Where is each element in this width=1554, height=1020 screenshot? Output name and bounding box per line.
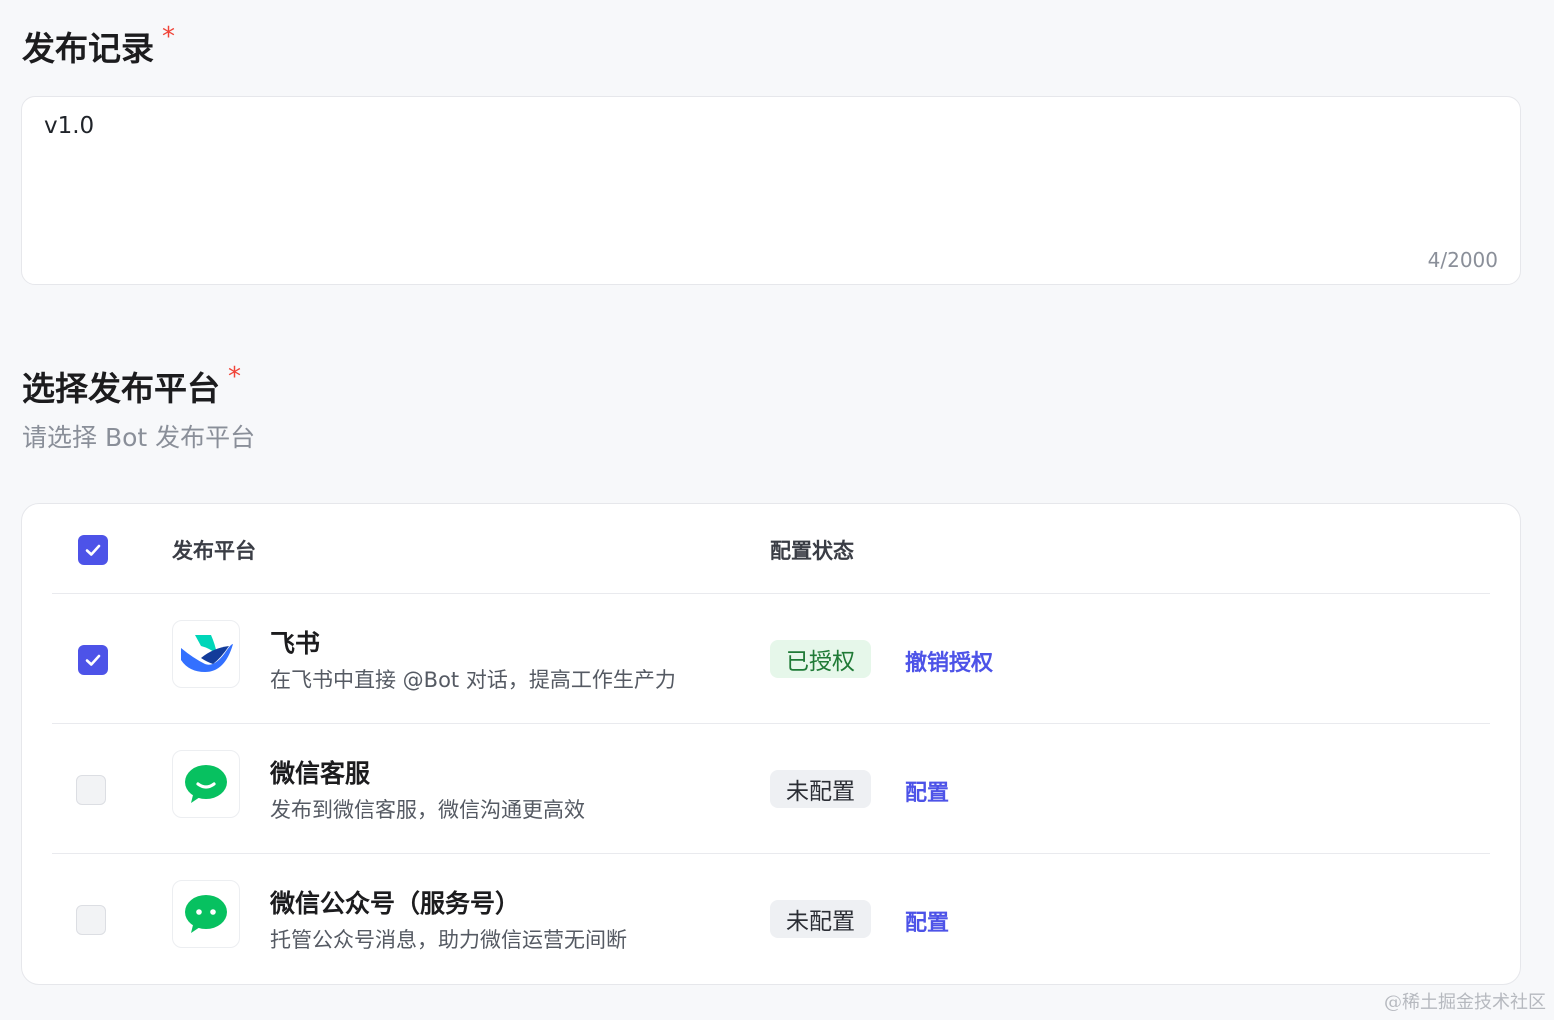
platform-name: 飞书 (270, 629, 321, 658)
char-counter: 4/2000 (1427, 248, 1498, 272)
status-badge: 未配置 (770, 770, 871, 808)
platform-table: 发布平台 配置状态 飞书 在飞书中直接 @Bot 对话，提高工作生产力 已授权 … (21, 503, 1521, 985)
platform-name: 微信公众号（服务号） (270, 889, 521, 918)
column-platform: 发布平台 (172, 539, 256, 563)
platform-title: 选择发布平台 (22, 369, 220, 408)
platform-desc: 托管公众号消息，助力微信运营无间断 (270, 928, 627, 952)
configure-link[interactable]: 配置 (905, 905, 949, 937)
table-row: 飞书 在飞书中直接 @Bot 对话，提高工作生产力 已授权 撤销授权 (52, 594, 1490, 724)
platform-subtitle: 请选择 Bot 发布平台 (22, 423, 256, 452)
status-badge: 已授权 (770, 640, 871, 678)
required-mark: * (162, 22, 175, 52)
table-header: 发布平台 配置状态 (52, 504, 1490, 594)
select-all-checkbox[interactable] (78, 535, 108, 565)
platform-checkbox[interactable] (76, 905, 106, 935)
platform-heading: 选择发布平台 * (22, 362, 241, 410)
wechat-mp-logo-icon (172, 880, 240, 948)
release-notes-title: 发布记录 (22, 29, 154, 68)
platform-checkbox[interactable] (76, 775, 106, 805)
status-badge: 未配置 (770, 900, 871, 938)
release-notes-box: 4/2000 (21, 96, 1521, 285)
feishu-logo-icon (172, 620, 240, 688)
table-row: 微信客服 发布到微信客服，微信沟通更高效 未配置 配置 (52, 724, 1490, 854)
release-notes-heading: 发布记录 * (22, 22, 175, 70)
platform-desc: 在飞书中直接 @Bot 对话，提高工作生产力 (270, 668, 676, 692)
check-icon (85, 544, 101, 556)
release-notes-input[interactable] (44, 113, 1484, 243)
table-row: 微信公众号（服务号） 托管公众号消息，助力微信运营无间断 未配置 配置 (52, 854, 1490, 984)
watermark: @稀土掘金技术社区 (1384, 992, 1546, 1013)
platform-desc: 发布到微信客服，微信沟通更高效 (270, 798, 585, 822)
wechat-kf-logo-icon (172, 750, 240, 818)
revoke-auth-link[interactable]: 撤销授权 (905, 645, 993, 677)
platform-name: 微信客服 (270, 759, 371, 788)
check-icon (85, 654, 101, 666)
platform-checkbox[interactable] (78, 645, 108, 675)
bot-publish-page: 发布记录 * 4/2000 选择发布平台 * 请选择 Bot 发布平台 发布平台… (0, 0, 1554, 1020)
column-status: 配置状态 (770, 539, 854, 563)
required-mark: * (228, 362, 241, 392)
configure-link[interactable]: 配置 (905, 775, 949, 807)
